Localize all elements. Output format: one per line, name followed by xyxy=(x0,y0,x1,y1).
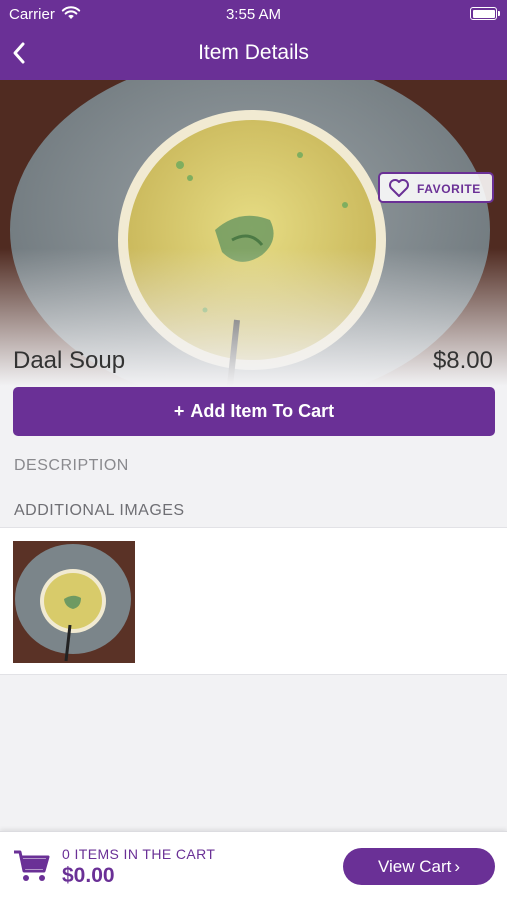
shopping-cart-icon[interactable] xyxy=(13,849,51,888)
item-hero-image: FAVORITE xyxy=(0,80,507,386)
page-title: Item Details xyxy=(198,41,309,64)
plus-icon: + xyxy=(173,401,185,421)
cart-footer: 0 ITEMS IN THE CART $0.00 View Cart › xyxy=(0,831,507,900)
favorite-label: FAVORITE xyxy=(417,182,481,196)
additional-images-heading: ADDITIONAL IMAGES xyxy=(14,502,185,519)
cart-item-count: 0 ITEMS IN THE CART xyxy=(62,846,216,862)
header: Carrier 3:55 AM Item Details xyxy=(0,0,507,80)
add-to-cart-label: Add Item To Cart xyxy=(190,401,335,421)
status-bar: Carrier 3:55 AM xyxy=(0,0,507,28)
additional-images-panel xyxy=(0,527,507,675)
favorite-button[interactable]: FAVORITE xyxy=(378,172,494,203)
clock: 3:55 AM xyxy=(225,6,282,23)
description-heading: DESCRIPTION xyxy=(14,457,129,474)
view-cart-button[interactable]: View Cart › xyxy=(343,848,495,885)
item-price: $8.00 xyxy=(432,347,493,374)
view-cart-label: View Cart xyxy=(377,856,452,876)
additional-image-thumbnail[interactable] xyxy=(13,541,135,663)
nav-bar: Item Details xyxy=(0,28,507,78)
item-name: Daal Soup xyxy=(13,347,126,374)
cart-total: $0.00 xyxy=(62,864,115,887)
add-to-cart-button[interactable]: + Add Item To Cart xyxy=(13,387,495,436)
battery-icon xyxy=(470,7,500,20)
chevron-right-icon: › xyxy=(454,856,461,876)
